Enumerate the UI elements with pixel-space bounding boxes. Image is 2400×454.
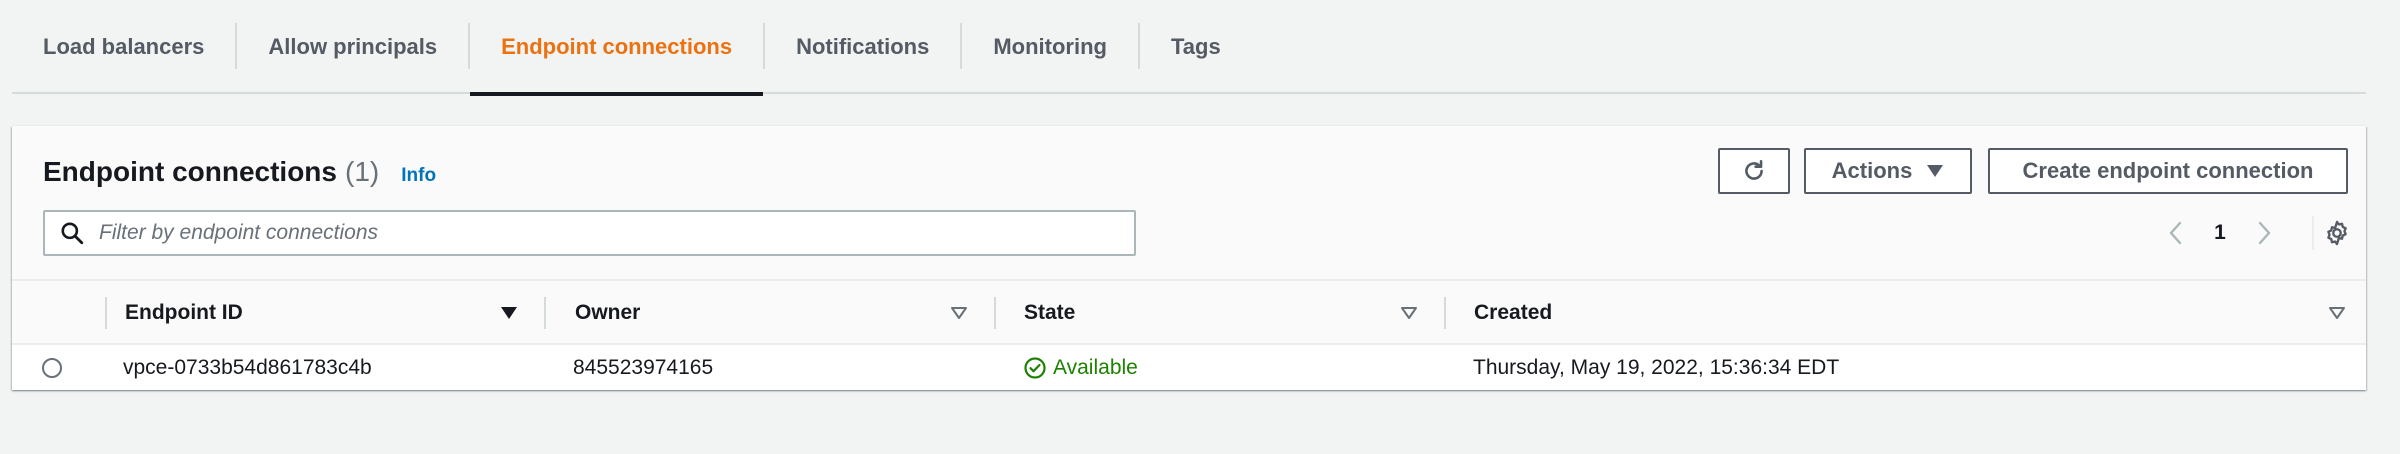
tab-allow-principals[interactable]: Allow principals <box>237 0 468 94</box>
filter-search <box>43 210 1136 256</box>
column-divider <box>1444 297 1446 329</box>
column-header-created[interactable]: Created <box>1474 281 1552 345</box>
column-header-state[interactable]: State <box>1024 281 1075 345</box>
created-cell: Thursday, May 19, 2022, 15:36:34 EDT <box>1473 355 1840 379</box>
filter-input[interactable] <box>99 221 1099 245</box>
search-icon <box>59 220 85 246</box>
next-page-icon[interactable] <box>2246 215 2282 251</box>
sort-icon[interactable] <box>2328 281 2346 345</box>
tab-notifications[interactable]: Notifications <box>765 0 960 94</box>
column-header-owner[interactable]: Owner <box>575 281 640 345</box>
endpoint-id-cell: vpce-0733b54d861783c4b <box>123 355 372 379</box>
endpoint-table: Endpoint ID Owner State Created vpce-073… <box>12 281 2366 390</box>
row-select-radio[interactable] <box>42 357 62 378</box>
panel-heading: Endpoint connections (1) Info <box>43 156 436 188</box>
column-divider <box>994 297 996 329</box>
tab-bar: Load balancers Allow principals Endpoint… <box>12 0 2366 96</box>
tab-monitoring[interactable]: Monitoring <box>962 0 1138 94</box>
previous-page-icon[interactable] <box>2158 215 2194 251</box>
check-circle-icon <box>1024 356 1046 379</box>
actions-label: Actions <box>1831 158 1913 183</box>
table-header: Endpoint ID Owner State Created <box>12 281 2366 345</box>
current-page[interactable]: 1 <box>2194 221 2246 245</box>
tab-load-balancers[interactable]: Load balancers <box>12 0 235 94</box>
sort-icon[interactable] <box>1400 281 1418 345</box>
column-divider <box>544 297 546 329</box>
panel-count: (1) <box>345 156 380 187</box>
create-label: Create endpoint connection <box>2022 158 2314 183</box>
owner-cell: 845523974165 <box>573 355 714 379</box>
caret-down-icon <box>1927 165 1944 177</box>
refresh-icon <box>1745 159 1763 180</box>
row-select-cell <box>42 345 62 390</box>
status-badge: Available <box>1023 356 1138 380</box>
settings-gear-icon[interactable] <box>2314 210 2360 256</box>
panel-title: Endpoint connections <box>43 156 337 187</box>
create-endpoint-connection-button[interactable]: Create endpoint connection <box>1988 148 2348 194</box>
column-header-endpoint-id[interactable]: Endpoint ID <box>125 281 243 345</box>
tab-endpoint-connections[interactable]: Endpoint connections <box>470 0 764 96</box>
endpoint-connections-panel: Endpoint connections (1) Info Actions Cr… <box>12 126 2366 390</box>
sort-icon[interactable] <box>950 281 968 345</box>
column-divider <box>105 297 107 329</box>
actions-button[interactable]: Actions <box>1804 148 1972 194</box>
tab-tags[interactable]: Tags <box>1140 0 1252 94</box>
table-row[interactable]: vpce-0733b54d861783c4b 845523974165 Avai… <box>12 345 2366 390</box>
panel-header: Endpoint connections (1) Info Actions Cr… <box>12 126 2366 281</box>
state-cell: Available <box>1023 345 1138 390</box>
sort-descending-icon[interactable] <box>500 281 518 345</box>
pagination: 1 <box>2158 210 2282 256</box>
info-link[interactable]: Info <box>401 165 436 187</box>
status-text: Available <box>1053 355 1138 379</box>
refresh-button[interactable] <box>1718 148 1790 194</box>
